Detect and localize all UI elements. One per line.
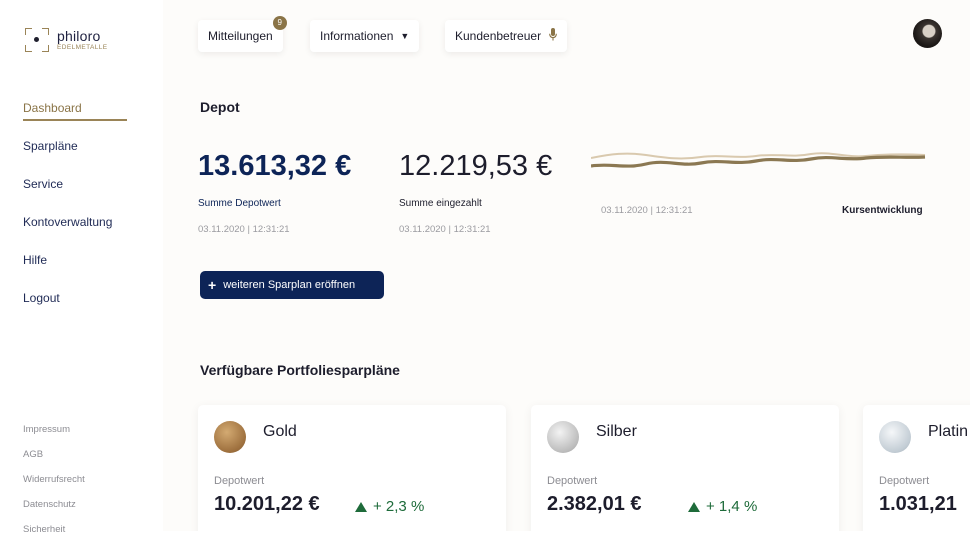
messages-label: Mitteilungen bbox=[208, 29, 273, 43]
price-trend-chart bbox=[591, 152, 926, 168]
footer-link-impressum[interactable]: Impressum bbox=[23, 424, 85, 449]
gold-coin-icon bbox=[214, 421, 246, 453]
caret-down-icon: ▼ bbox=[400, 31, 410, 41]
logo[interactable]: philoro EDELMETALLE bbox=[25, 28, 108, 52]
silver-coin-icon bbox=[547, 421, 579, 453]
sidebar-item-sparplaene[interactable]: Sparpläne bbox=[23, 138, 127, 176]
sidebar-item-hilfe[interactable]: Hilfe bbox=[23, 252, 127, 290]
trend-up-icon bbox=[355, 501, 367, 512]
card-change-value: + 1,4 % bbox=[706, 498, 758, 515]
total-depot-label: Summe Depotwert bbox=[198, 198, 281, 209]
advisor-button[interactable]: Kundenbetreuer bbox=[445, 20, 568, 52]
card-label: Depotwert bbox=[547, 475, 598, 487]
information-dropdown[interactable]: Informationen ▼ bbox=[310, 20, 420, 52]
portfolio-card-platin[interactable]: Platin Depotwert 1.031,21 bbox=[863, 405, 970, 531]
logo-subtitle: EDELMETALLE bbox=[57, 43, 108, 51]
portfolio-card-silber[interactable]: Silber Depotwert 2.382,01 € + 1,4 % bbox=[531, 405, 839, 531]
open-savings-plan-button[interactable]: + weiteren Sparplan eröffnen bbox=[200, 271, 384, 299]
card-value: 10.201,22 € bbox=[214, 493, 320, 515]
plus-icon: + bbox=[208, 277, 217, 293]
card-change: + 1,4 % bbox=[688, 498, 757, 515]
card-change-value: + 2,3 % bbox=[373, 498, 425, 515]
chart-timestamp: 03.11.2020 | 12:31:21 bbox=[601, 205, 693, 216]
portfolio-title: Verfügbare Portfoliesparpläne bbox=[200, 362, 400, 378]
total-paid-label: Summe eingezahlt bbox=[399, 198, 482, 209]
footer-link-agb[interactable]: AGB bbox=[23, 449, 85, 474]
total-paid-timestamp: 03.11.2020 | 12:31:21 bbox=[399, 224, 491, 235]
card-name: Gold bbox=[263, 423, 297, 440]
card-label: Depotwert bbox=[214, 475, 265, 487]
footer-link-datenschutz[interactable]: Datenschutz bbox=[23, 499, 85, 524]
footer-links: Impressum AGB Widerrufsrecht Datenschutz… bbox=[23, 424, 85, 549]
active-underline bbox=[23, 119, 127, 121]
information-label: Informationen bbox=[320, 29, 394, 43]
sidebar: philoro EDELMETALLE Dashboard Sparpläne … bbox=[0, 0, 163, 535]
open-savings-plan-label: weiteren Sparplan eröffnen bbox=[223, 279, 356, 291]
portfolio-card-gold[interactable]: Gold Depotwert 10.201,22 € + 2,3 % bbox=[198, 405, 506, 531]
trend-up-icon bbox=[688, 501, 700, 512]
sidebar-item-logout[interactable]: Logout bbox=[23, 290, 127, 328]
microphone-icon bbox=[549, 28, 557, 44]
sidebar-item-label: Dashboard bbox=[23, 101, 82, 115]
card-value: 1.031,21 bbox=[879, 493, 957, 515]
logo-name: philoro bbox=[57, 27, 101, 44]
card-value: 2.382,01 € bbox=[547, 493, 642, 515]
main-content: Mitteilungen 9 Informationen ▼ Kundenbet… bbox=[163, 0, 970, 531]
card-change: + 2,3 % bbox=[355, 498, 424, 515]
messages-button[interactable]: Mitteilungen 9 bbox=[198, 16, 287, 52]
advisor-label: Kundenbetreuer bbox=[455, 29, 542, 43]
footer-link-widerrufsrecht[interactable]: Widerrufsrecht bbox=[23, 474, 85, 499]
messages-count-badge: 9 bbox=[272, 16, 287, 30]
chart-label: Kursentwicklung bbox=[842, 205, 923, 216]
total-depot-timestamp: 03.11.2020 | 12:31:21 bbox=[198, 224, 290, 235]
chart-line-dark bbox=[591, 155, 926, 168]
card-name: Platin bbox=[928, 423, 969, 440]
sidebar-item-dashboard[interactable]: Dashboard bbox=[23, 100, 127, 138]
sidebar-item-service[interactable]: Service bbox=[23, 176, 127, 214]
platinum-coin-icon bbox=[879, 421, 911, 453]
sidebar-item-kontoverwaltung[interactable]: Kontoverwaltung bbox=[23, 214, 127, 252]
total-depot-value: 13.613,32 € bbox=[198, 150, 352, 182]
total-paid-value: 12.219,53 € bbox=[399, 150, 553, 182]
footer-link-sicherheit[interactable]: Sicherheit bbox=[23, 524, 85, 549]
sidebar-nav: Dashboard Sparpläne Service Kontoverwalt… bbox=[23, 100, 127, 328]
avatar[interactable] bbox=[913, 19, 942, 48]
card-name: Silber bbox=[596, 423, 637, 440]
card-label: Depotwert bbox=[879, 475, 930, 487]
logo-mark-icon bbox=[25, 28, 49, 52]
depot-title: Depot bbox=[200, 99, 240, 115]
